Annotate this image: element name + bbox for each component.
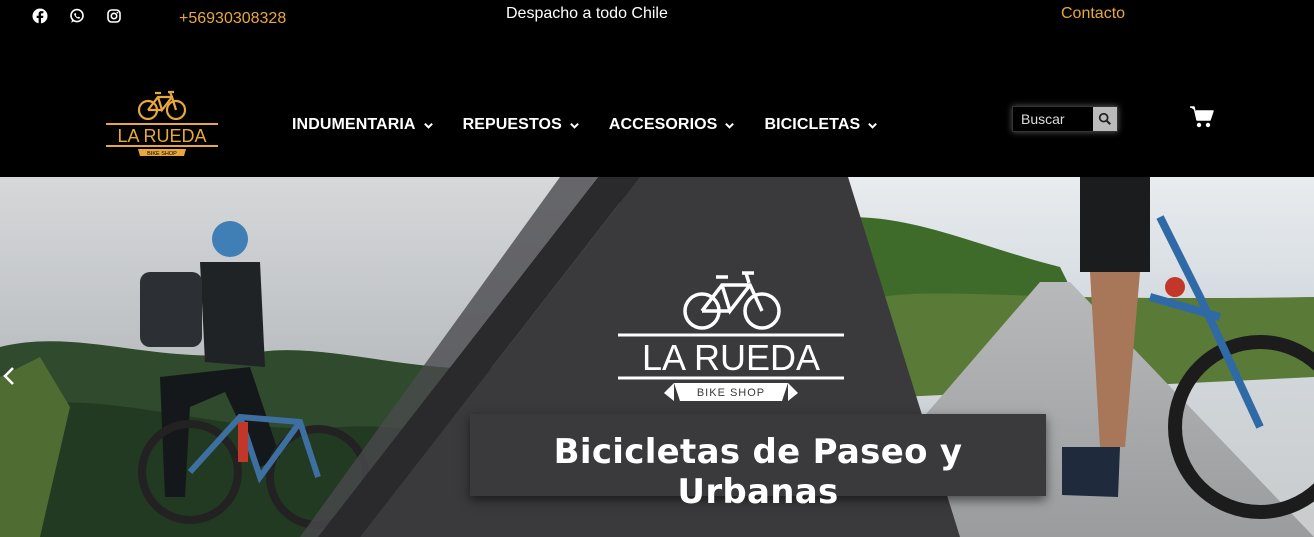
- nav-item-accesorios[interactable]: ACCESORIOS: [609, 113, 736, 137]
- phone-link[interactable]: +56930308328: [179, 10, 286, 28]
- nav-item-indumentaria[interactable]: INDUMENTARIA: [292, 113, 434, 137]
- hero-banner: Bicicletas de Paseo y Urbanas: [470, 414, 1046, 512]
- cart-button[interactable]: [1189, 105, 1215, 129]
- logo-main-text: LA RUEDA: [117, 126, 206, 146]
- chevron-left-icon[interactable]: [2, 365, 16, 387]
- chevron-down-icon: [569, 122, 579, 129]
- nav-item-label: BICICLETAS: [764, 116, 861, 133]
- hero-slider: LA RUEDA BIKE SHOP Bicicletas de Paseo y…: [0, 177, 1314, 537]
- nav-item-repuestos[interactable]: REPUESTOS: [463, 113, 580, 137]
- hero-logo-main-text: LA RUEDA: [642, 337, 820, 378]
- search-icon: [1098, 112, 1111, 125]
- hero-headline: Bicicletas de Paseo y Urbanas: [553, 432, 963, 512]
- nav-item-label: REPUESTOS: [462, 116, 562, 133]
- cart-icon: [1190, 106, 1214, 128]
- chevron-down-icon: [725, 122, 735, 129]
- shipping-notice: Despacho a todo Chile: [506, 5, 668, 22]
- hero-logo: LA RUEDA BIKE SHOP: [612, 265, 852, 410]
- chevron-down-icon: [423, 122, 433, 129]
- nav-item-bicicletas[interactable]: BICICLETAS: [764, 113, 878, 137]
- main-nav: INDUMENTARIA REPUESTOS ACCESORIOS BICICL…: [292, 113, 907, 137]
- facebook-icon[interactable]: [32, 8, 48, 24]
- search-button[interactable]: [1093, 107, 1117, 131]
- nav-item-label: INDUMENTARIA: [292, 116, 416, 133]
- nav-item-label: ACCESORIOS: [608, 116, 718, 133]
- search-form: [1012, 106, 1118, 132]
- logo-sub-text: BIKE SHOP: [147, 151, 177, 157]
- search-input[interactable]: [1013, 107, 1093, 131]
- chevron-down-icon: [868, 122, 878, 129]
- top-bar: +56930308328 Despacho a todo Chile Conta…: [0, 0, 1314, 40]
- hero-logo-sub-text: BIKE SHOP: [697, 387, 765, 399]
- instagram-icon[interactable]: [106, 8, 122, 24]
- contact-link[interactable]: Contacto: [1061, 5, 1125, 23]
- site-logo[interactable]: LA RUEDA BIKE SHOP: [104, 86, 220, 160]
- whatsapp-icon[interactable]: [69, 8, 85, 24]
